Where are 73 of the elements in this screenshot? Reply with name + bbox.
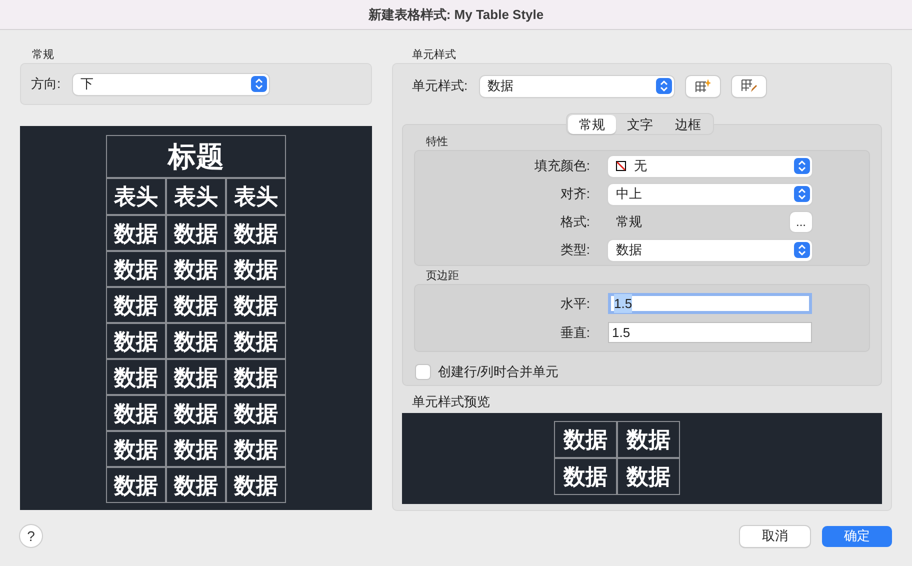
field-label: 单元样式: <box>412 77 468 96</box>
section-label: 特性 <box>426 135 449 149</box>
tab[interactable]: 边框 <box>664 114 712 134</box>
checkbox[interactable] <box>416 364 430 379</box>
dropdown[interactable]: 中上 <box>608 184 812 204</box>
field-label: 格式: <box>559 213 590 232</box>
table-cell: 数据 <box>106 467 166 503</box>
table-cell: 数据 <box>106 323 166 359</box>
table-cell: 数据 <box>106 215 166 251</box>
no-color-icon <box>616 161 626 171</box>
section-label: 单元样式预览 <box>412 394 491 410</box>
cancel-button[interactable]: 取消 <box>740 526 810 546</box>
table-cell: 数据 <box>226 251 286 287</box>
format-value: 常规 <box>616 213 643 232</box>
stepper-icon <box>794 158 810 174</box>
table-cell: 表头 <box>166 178 226 215</box>
checkbox-label: 创建行/列时合并单元 <box>438 363 559 381</box>
table-cell: 数据 <box>226 215 286 251</box>
field-label: 垂直: <box>559 324 590 342</box>
tab[interactable]: 文字 <box>616 114 664 134</box>
table-cell: 数据 <box>554 421 617 458</box>
table-cell: 数据 <box>106 395 166 431</box>
table-cell: 数据 <box>166 431 226 467</box>
table-cell: 数据 <box>166 395 226 431</box>
window-title: 新建表格样式: My Table Style <box>368 6 544 24</box>
table-cell: 数据 <box>106 287 166 323</box>
field-label: 对齐: <box>559 185 590 204</box>
table-cell: 数据 <box>106 251 166 287</box>
field-label: 填充颜色: <box>533 157 590 176</box>
ok-button[interactable]: 确定 <box>822 526 892 546</box>
table-cell: 数据 <box>166 359 226 395</box>
table-cell: 数据 <box>226 431 286 467</box>
stepper-icon <box>794 186 810 202</box>
table-cell: 数据 <box>554 458 617 495</box>
help-button[interactable]: ? <box>20 525 42 547</box>
new-style-button[interactable] <box>686 76 720 96</box>
section-label: 常规 <box>32 48 55 62</box>
input-field[interactable]: 1.5 <box>608 293 812 314</box>
table-cell: 数据 <box>106 431 166 467</box>
section-label: 页边距 <box>426 269 460 283</box>
more-button[interactable]: ... <box>790 212 812 232</box>
table-cell: 标题 <box>106 135 286 178</box>
table-cell: 数据 <box>226 323 286 359</box>
dropdown[interactable]: 数据 <box>480 76 674 96</box>
table-cell: 数据 <box>166 287 226 323</box>
table-cell: 数据 <box>226 287 286 323</box>
dropdown[interactable]: 无 <box>608 156 812 176</box>
dropdown[interactable]: 数据 <box>608 240 812 260</box>
table-cell: 数据 <box>166 467 226 503</box>
table-cell: 表头 <box>226 178 286 215</box>
edit-style-button[interactable] <box>732 76 766 96</box>
table-spark-icon <box>694 79 711 93</box>
table-cell: 数据 <box>226 359 286 395</box>
field-label: 类型: <box>559 241 590 260</box>
dropdown[interactable]: 下 <box>72 74 269 94</box>
section-label: 单元样式 <box>412 48 457 62</box>
stepper-icon <box>250 76 267 92</box>
table-cell: 数据 <box>617 421 680 458</box>
input-field[interactable]: 1.5 <box>608 322 812 343</box>
table-cell: 数据 <box>166 323 226 359</box>
field-label: 水平: <box>559 294 590 313</box>
table-cell: 数据 <box>617 458 680 495</box>
table-pencil-icon <box>740 79 757 93</box>
table-cell: 数据 <box>166 251 226 287</box>
table-cell: 数据 <box>226 395 286 431</box>
tab[interactable]: 常规 <box>568 114 616 134</box>
table-cell: 表头 <box>106 178 166 215</box>
table-cell: 数据 <box>166 215 226 251</box>
field-label: 方向: <box>31 75 61 94</box>
stepper-icon <box>794 242 810 258</box>
table-cell: 数据 <box>226 467 286 503</box>
table-cell: 数据 <box>106 359 166 395</box>
stepper-icon <box>656 78 672 94</box>
